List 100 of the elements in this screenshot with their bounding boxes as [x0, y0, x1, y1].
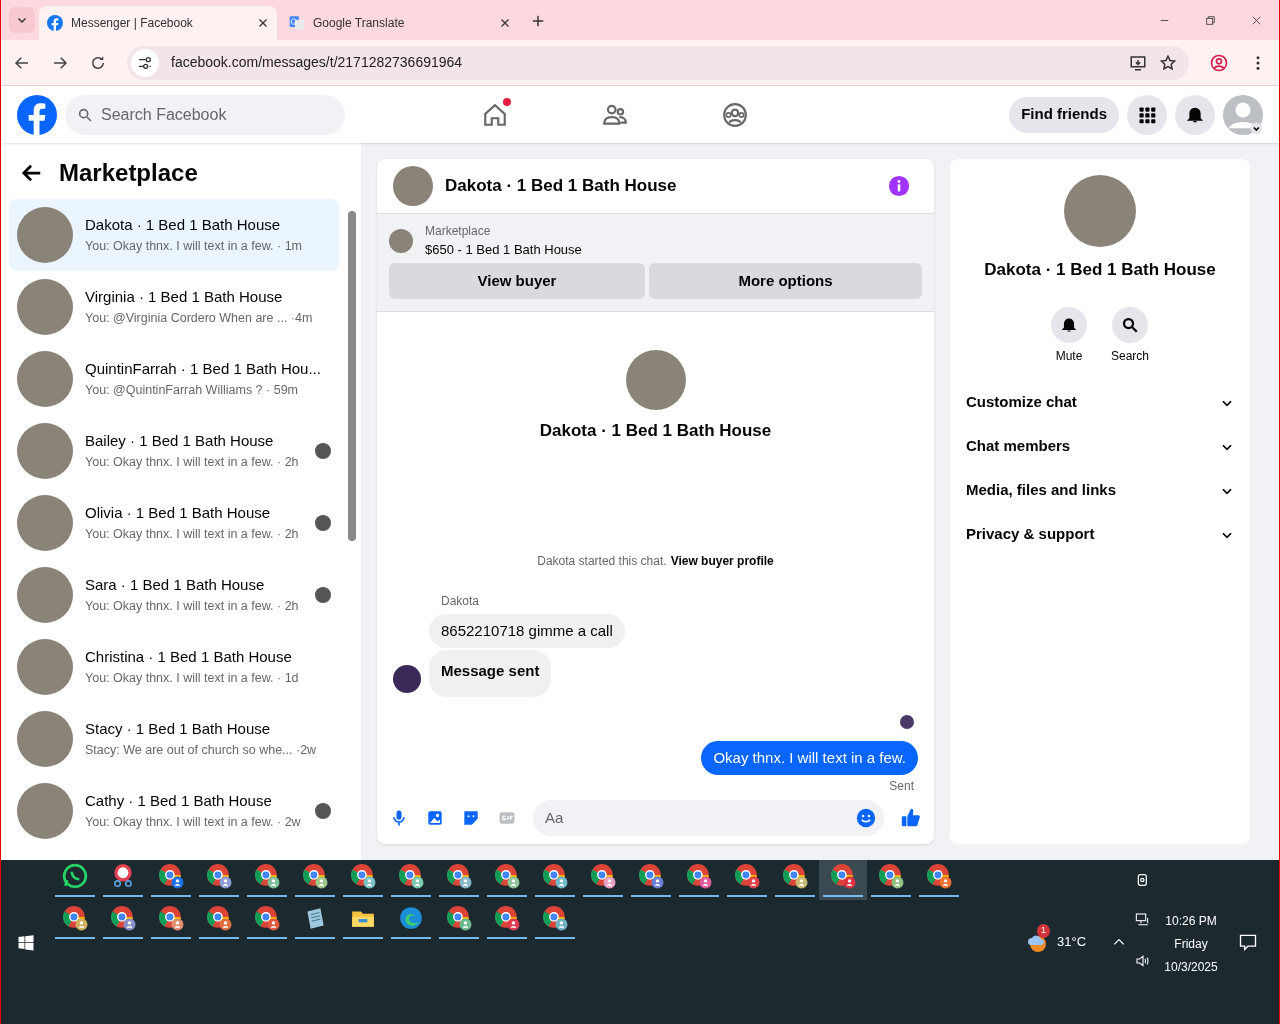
section-label: Customize chat [966, 392, 1078, 413]
menu-button[interactable] [1127, 94, 1167, 135]
site-settings-icon[interactable] [137, 54, 153, 71]
message-input[interactable]: Aa [533, 799, 884, 836]
back-arrow-icon[interactable] [21, 162, 43, 184]
close-icon[interactable] [499, 17, 511, 29]
chrome-profile-icon [590, 863, 616, 889]
find-friends-button[interactable]: Find friends [1009, 96, 1119, 133]
chrome-profile-icon [734, 863, 760, 889]
conversation-name: Sara · 1 Bed 1 Bath House [85, 575, 266, 596]
chrome-profile-icon [494, 905, 520, 931]
photo-placeholder [17, 639, 73, 695]
section-item[interactable]: Customize chat [958, 380, 1242, 425]
temperature-text: 31°C [1057, 933, 1087, 952]
windows-start-icon[interactable] [17, 934, 35, 952]
conversation-name: Bailey · 1 Bed 1 Bath House [85, 431, 275, 452]
volume-icon[interactable] [1135, 953, 1151, 969]
conversation-item[interactable]: Christina · 1 Bed 1 Bath House You: Okay thnx. I will text in a few. · 1d [9, 631, 339, 703]
action-button[interactable]: View buyer [389, 263, 645, 300]
tab-title: Messenger | Facebook [71, 15, 194, 32]
notification-center-icon[interactable] [1238, 932, 1258, 952]
view-buyer-profile-link[interactable]: View buyer profile [670, 551, 774, 570]
section-item[interactable]: Privacy & support [958, 512, 1242, 557]
contact-name: Dakota · 1 Bed 1 Bath House [984, 259, 1216, 281]
translate-icon [289, 15, 305, 31]
conversation-item[interactable]: Cathy · 1 Bed 1 Bath House You: Okay thnx. I will text in a few. · 2w [9, 775, 339, 847]
mute-button[interactable] [1051, 306, 1087, 343]
conversation-item[interactable]: Olivia · 1 Bed 1 Bath House You: Okay thnx. I will text in a few. · 2h [9, 487, 339, 559]
conversation-preview: You: Okay thnx. I will text in a few. · 1d [85, 669, 300, 687]
network-icon[interactable] [1135, 912, 1151, 928]
message-status: Sent [889, 778, 914, 796]
conversation-preview: You: @QuintinFarrah Williams ? · 59m [85, 381, 299, 399]
whatsapp-icon [62, 863, 88, 889]
time-text: 10:26 PM [1165, 913, 1217, 930]
plus-icon[interactable] [531, 14, 545, 28]
notifications-button[interactable] [1175, 94, 1215, 135]
close-icon[interactable] [257, 17, 269, 29]
home-icon[interactable] [482, 101, 508, 128]
photo-placeholder [17, 495, 73, 551]
weather-widget[interactable]: 1 31°C [1025, 922, 1091, 954]
address-bar[interactable]: facebook.com/messages/t/2171282736691964 [127, 45, 1189, 80]
chrome-profile-icon [254, 863, 280, 889]
bookmark-star-icon[interactable] [1159, 53, 1177, 72]
info-icon[interactable] [888, 174, 910, 197]
section-item[interactable]: Media, files and links [958, 468, 1242, 513]
chrome-profile-icon [494, 863, 520, 889]
photo-placeholder [17, 351, 73, 407]
section-item[interactable]: Chat members [958, 424, 1242, 469]
profile-icon[interactable] [1209, 52, 1229, 73]
sender-name: Dakota [441, 592, 481, 610]
browser-tab[interactable]: Messenger | Facebook [39, 6, 277, 40]
search-button[interactable] [1112, 306, 1148, 343]
chrome-profile-icon [542, 905, 568, 931]
sender-avatar [393, 664, 421, 693]
conversation-item[interactable]: QuintinFarrah · 1 Bed 1 Bath Hou... You: @QuintinFarrah Williams ? · 59m [9, 343, 339, 415]
weather-badge: 1 [1037, 924, 1050, 938]
photo-placeholder [393, 165, 433, 206]
chrome-profile-icon [206, 905, 232, 931]
section-label: Media, files and links [966, 480, 1118, 501]
chrome-profile-icon [254, 905, 280, 931]
facebook-logo[interactable] [17, 94, 57, 135]
message-bubble: 8652210718 gimme a call [429, 613, 625, 649]
chrome-profile-icon [638, 863, 664, 889]
clock[interactable]: 10:26 PM Friday 10/3/2025 [1159, 912, 1223, 976]
browser-tab[interactable]: Google Translate [281, 6, 519, 40]
conversation-preview: You: @Virginia Cordero When are ... ·4m [85, 309, 314, 327]
conversation-item[interactable]: Virginia · 1 Bed 1 Bath House You: @Virginia Cordero When are ... ·4m [9, 271, 339, 343]
search-icon [1121, 315, 1139, 334]
conversation-preview: You: Okay thnx. I will text in a few. · 2h [85, 525, 300, 543]
groups-icon[interactable] [722, 101, 748, 128]
chrome-profile-icon [542, 863, 568, 889]
emoji-icon[interactable] [856, 807, 876, 828]
conversation-name: Dakota · 1 Bed 1 Bath House [85, 215, 282, 236]
chrome-profile-icon [782, 863, 808, 889]
conversation-item[interactable]: Bailey · 1 Bed 1 Bath House You: Okay thnx. I will text in a few. · 2h [9, 415, 339, 487]
sidebar-title: Marketplace [59, 158, 198, 188]
restore-icon[interactable] [1203, 13, 1217, 27]
conversation-item[interactable]: Dakota · 1 Bed 1 Bath House You: Okay thnx. I will text in a few. · 1m [9, 199, 339, 271]
listing-title: $650 - 1 Bed 1 Bath House [425, 240, 582, 259]
install-app-icon[interactable] [1129, 53, 1147, 72]
action-button[interactable]: More options [649, 263, 922, 300]
chrome-profile-icon [62, 905, 88, 931]
search-field[interactable]: Search Facebook [65, 94, 345, 135]
tab-list-button[interactable] [9, 7, 35, 33]
conversation-item[interactable]: Stacy · 1 Bed 1 Bath House Stacy: We are out of church so whe... ·2w [9, 703, 339, 775]
conversation-name: QuintinFarrah · 1 Bed 1 Bath Hou... [85, 359, 322, 380]
photo-placeholder [389, 228, 413, 253]
thumbs-up-icon[interactable] [900, 806, 922, 829]
conversation-preview: You: Okay thnx. I will text in a few. · 2h [85, 597, 300, 615]
chrome-profile-icon [398, 863, 424, 889]
conversation-item[interactable]: Sara · 1 Bed 1 Bath House You: Okay thnx. I will text in a few. · 2h [9, 559, 339, 631]
date-text: 10/3/2025 [1164, 959, 1218, 976]
chrome-profile-icon [302, 863, 328, 889]
chat-started-text: Dakota started this chat. [537, 552, 667, 570]
taskbar-app[interactable] [819, 860, 867, 900]
photo-placeholder [17, 423, 73, 479]
conversation-preview: You: Okay thnx. I will text in a few. · 2h [85, 453, 300, 471]
chat-title: Dakota · 1 Bed 1 Bath House [445, 175, 678, 198]
chrome-profile-icon [206, 863, 232, 889]
conversation-preview: You: Okay thnx. I will text in a few. · 1m [85, 237, 303, 255]
